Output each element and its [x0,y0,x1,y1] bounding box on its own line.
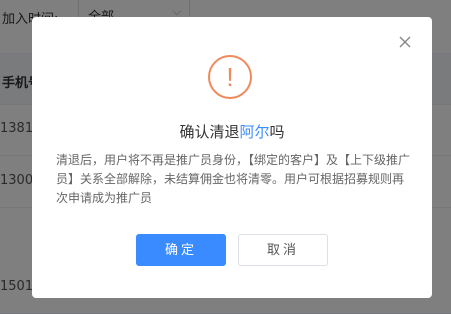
user-name: 阿尔 [239,123,270,141]
close-button[interactable] [397,34,413,50]
close-icon [399,36,411,48]
cancel-button[interactable]: 取消 [238,234,328,266]
confirm-dialog: ! 确认清退阿尔吗 清退后，用户将不再是推广员身份，【绑定的客户】及【上下级推广… [32,17,432,298]
confirm-button[interactable]: 确定 [136,234,226,266]
title-prefix: 确认清退 [179,123,240,141]
dialog-title: 确认清退阿尔吗 [32,121,432,142]
title-suffix: 吗 [269,123,285,141]
warning-icon: ! [208,55,252,99]
dialog-description: 清退后，用户将不再是推广员身份，【绑定的客户】及【上下级推广员】关系全部解除，未… [56,153,411,205]
exclamation-glyph: ! [226,62,234,92]
